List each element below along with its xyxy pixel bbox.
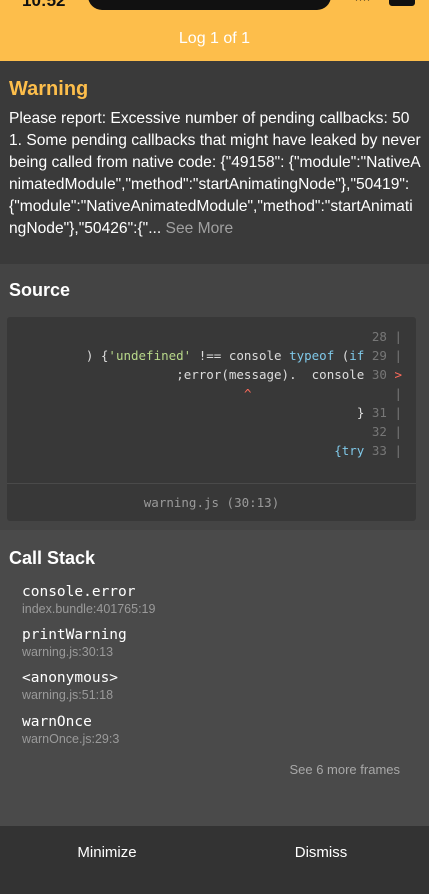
- frame-location: warning.js:51:18: [22, 688, 114, 702]
- code-line-caret: ^ |: [243, 386, 402, 401]
- dismiss-button[interactable]: Dismiss: [214, 826, 428, 880]
- stack-frame[interactable]: warnOnce warnOnce.js:29:3: [22, 714, 119, 746]
- log-counter-title: Log 1 of 1: [178, 30, 251, 47]
- frame-name: warnOnce: [22, 714, 92, 730]
- warning-section: Warning Please report: Excessive number …: [0, 61, 429, 264]
- battery-icon: [389, 0, 415, 6]
- code-line-28: 28 |: [371, 329, 402, 344]
- frame-name: console.error: [22, 584, 136, 600]
- source-title: Source: [9, 280, 71, 300]
- action-bar: Minimize Dismiss: [0, 826, 429, 894]
- callstack-section: Call Stack console.error index.bundle:40…: [0, 530, 429, 826]
- frame-location: warning.js:30:13: [22, 645, 114, 659]
- frame-location: warnOnce.js:29:3: [22, 732, 120, 746]
- code-line-31: } 31 |: [356, 405, 402, 420]
- warning-title: Warning: [9, 78, 89, 100]
- minimize-button[interactable]: Minimize: [0, 826, 214, 880]
- warning-message-text: Please report: Excessive number of pendi…: [9, 110, 421, 237]
- see-more-frames-button[interactable]: See 6 more frames: [289, 762, 400, 777]
- status-time: 10:52: [22, 0, 66, 10]
- stack-frame[interactable]: <anonymous> warning.js:51:18: [22, 670, 118, 702]
- source-file-location: warning.js (30:13): [7, 483, 416, 522]
- see-more-link[interactable]: See More: [161, 220, 234, 237]
- status-icons: ···· ◠: [355, 0, 415, 6]
- frame-name: <anonymous>: [22, 670, 119, 686]
- device-notch: [88, 0, 331, 10]
- frame-name: printWarning: [22, 627, 127, 643]
- log-header: 10:52 ···· ◠ Log 1 of 1: [0, 0, 429, 61]
- signal-icon: ····: [355, 0, 371, 6]
- error-caret: ^: [243, 386, 252, 401]
- stack-frame[interactable]: printWarning warning.js:30:13: [22, 627, 127, 659]
- callstack-title: Call Stack: [9, 548, 96, 568]
- code-line-29: ) {'undefined' !== console typeof (if 29…: [85, 348, 402, 363]
- code-frame[interactable]: 28 | ) {'undefined' !== console typeof (…: [7, 317, 416, 521]
- frame-location: index.bundle:401765:19: [22, 602, 156, 616]
- code-line-32: 32 |: [371, 424, 402, 439]
- code-line-33: {try 33 |: [334, 443, 402, 458]
- wifi-icon: ◠: [375, 0, 385, 6]
- code-lines: 28 | ) {'undefined' !== console typeof (…: [7, 327, 402, 460]
- stack-frame[interactable]: console.error index.bundle:401765:19: [22, 584, 155, 616]
- code-line-30: ;error(message). console 30 >>: [176, 367, 402, 382]
- source-section: Source 28 | ) {'undefined' !== console t…: [0, 264, 429, 530]
- warning-message: Please report: Excessive number of pendi…: [9, 108, 421, 240]
